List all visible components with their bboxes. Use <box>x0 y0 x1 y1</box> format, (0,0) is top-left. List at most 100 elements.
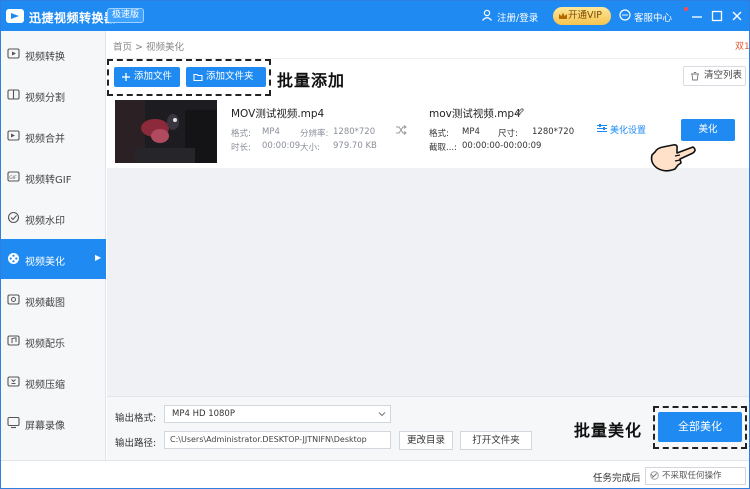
sidebar: 视频转换 视频分割 视频合并 GIF 视频转GIF 视频水印 视频美化 ▶ 视频截图… <box>1 31 106 460</box>
sidebar-item-label: 视频合并 <box>25 134 65 145</box>
size-value: 979.70 KB <box>333 141 377 151</box>
close-icon[interactable] <box>729 8 745 24</box>
beautify-settings-label: 美化设置 <box>610 126 647 136</box>
output-format-label: 格式: <box>429 129 449 139</box>
batch-beautify-callout: 批量美化 <box>574 421 643 440</box>
vip-label: 开通VIP <box>568 10 603 21</box>
sidebar-item-label: 视频水印 <box>25 216 65 227</box>
minimize-icon[interactable] <box>689 8 705 24</box>
output-size-value: 1280*720 <box>532 127 575 137</box>
watermark-icon <box>7 211 20 224</box>
merge-icon <box>7 130 20 141</box>
gif-icon: GIF <box>7 171 20 182</box>
app-logo-icon <box>6 9 24 23</box>
user-icon[interactable] <box>481 9 493 21</box>
compress-icon <box>7 376 20 387</box>
sidebar-item-label: 视频转换 <box>25 52 65 63</box>
caret-right-icon: ▶ <box>95 253 102 262</box>
sidebar-item-screenshot[interactable]: 视频截图 <box>1 280 106 320</box>
after-task-select[interactable]: 不采取任何操作 <box>645 467 746 485</box>
monitor-icon <box>7 416 20 429</box>
sliders-icon <box>597 124 607 132</box>
batch-add-highlight <box>107 59 271 96</box>
output-size-label: 尺寸: <box>498 129 518 139</box>
file-row: MOV测试视频.mp4 格式: MP4 分辨率: 1280*720 时长: 00… <box>107 96 749 172</box>
screenshot-icon <box>7 294 20 305</box>
vip-button[interactable]: 开通VIP <box>553 7 611 25</box>
after-task-label: 任务完成后 <box>593 473 641 484</box>
clear-list-button[interactable]: 清空列表 <box>683 66 746 86</box>
beautify-all-button[interactable]: 全部美化 <box>658 412 742 442</box>
batch-add-callout: 批量添加 <box>277 71 346 90</box>
sidebar-item-music[interactable]: 视频配乐 <box>1 321 106 361</box>
sidebar-item-watermark[interactable]: 视频水印 <box>1 198 106 238</box>
status-bar: 任务完成后 不采取任何操作 <box>1 460 749 488</box>
duration-label: 时长: <box>231 143 251 153</box>
sidebar-item-gif[interactable]: GIF 视频转GIF <box>1 157 106 197</box>
resolution-label: 分辨率: <box>300 129 329 139</box>
sidebar-item-label: 视频分割 <box>25 93 65 104</box>
resolution-value: 1280*720 <box>333 127 376 137</box>
maximize-icon[interactable] <box>709 8 725 24</box>
login-link[interactable]: 注册/登录 <box>497 10 538 24</box>
breadcrumb-bar: 首页 > 视频美化 双12限时大促，火热开抢 <box>107 31 749 59</box>
edition-badge: 极速版 <box>107 8 145 23</box>
chat-icon[interactable] <box>619 9 631 21</box>
source-file-name: MOV测试视频.mp4 <box>231 108 325 120</box>
open-folder-button[interactable]: 打开文件夹 <box>460 431 532 450</box>
sidebar-item-label: 视频转GIF <box>25 175 72 186</box>
sidebar-item-label: 视频配乐 <box>25 339 65 350</box>
output-format-selected: MP4 HD 1080P <box>172 409 235 419</box>
file-list: MOV测试视频.mp4 格式: MP4 分辨率: 1280*720 时长: 00… <box>107 96 749 396</box>
svg-text:GIF: GIF <box>9 175 17 181</box>
output-format-select[interactable]: MP4 HD 1080P <box>164 405 391 423</box>
convert-icon <box>7 48 20 59</box>
output-format-value: MP4 <box>462 127 480 137</box>
pointing-hand-icon <box>650 144 696 172</box>
sidebar-item-convert[interactable]: 视频转换 <box>1 34 106 74</box>
film-reel-icon <box>8 253 19 264</box>
service-link[interactable]: 客服中心 <box>634 10 672 24</box>
chevron-down-icon <box>650 473 657 478</box>
sidebar-item-beautify[interactable]: 视频美化 ▶ <box>1 239 106 279</box>
output-format-label: 输出格式: <box>115 413 157 424</box>
format-label: 格式: <box>231 129 251 139</box>
video-frame-image <box>115 100 217 163</box>
chevron-down-icon <box>378 412 386 417</box>
sidebar-item-label: 视频压缩 <box>25 380 65 391</box>
breadcrumb[interactable]: 首页 > 视频美化 <box>113 39 184 53</box>
crown-icon <box>559 12 567 19</box>
sidebar-item-record[interactable]: 屏幕录像 <box>1 403 106 443</box>
toolbar: 添加文件 添加文件夹 批量添加 清空列表 <box>107 59 749 96</box>
split-icon <box>7 89 20 100</box>
duration-value: 00:00:09 <box>262 141 301 151</box>
pencil-icon[interactable] <box>515 107 525 117</box>
sidebar-item-label: 屏幕录像 <box>25 421 65 432</box>
title-bar: 迅捷视频转换器 极速版 注册/登录 开通VIP 客服中心 <box>1 1 749 31</box>
after-task-selected: 不采取任何操作 <box>662 471 722 481</box>
size-label: 大小: <box>300 143 320 153</box>
format-value: MP4 <box>262 127 280 137</box>
clip-label: 截取...: <box>429 143 457 153</box>
sidebar-item-label: 视频截图 <box>25 298 65 309</box>
notification-dot <box>684 7 688 11</box>
music-icon <box>7 335 20 346</box>
app-window: 迅捷视频转换器 极速版 注册/登录 开通VIP 客服中心 视频转换 视频分割 视… <box>0 0 750 489</box>
output-panel: 输出格式: MP4 HD 1080P 输出路径: C:\Users\Admini… <box>107 396 749 460</box>
change-directory-button[interactable]: 更改目录 <box>399 431 453 450</box>
sidebar-item-merge[interactable]: 视频合并 <box>1 116 106 156</box>
sidebar-item-split[interactable]: 视频分割 <box>1 75 106 115</box>
output-file-name[interactable]: mov测试视频.mp4 <box>429 106 521 121</box>
promo-banner[interactable]: 双12限时大促，火热开抢 <box>735 39 749 52</box>
beautify-settings-link[interactable]: 美化设置 <box>597 123 646 136</box>
sidebar-item-compress[interactable]: 视频压缩 <box>1 362 106 402</box>
sidebar-item-label: 视频美化 <box>25 257 65 268</box>
app-title: 迅捷视频转换器 <box>29 11 117 25</box>
clip-value: 00:00:00-00:00:09 <box>462 141 542 151</box>
output-path-field[interactable]: C:\Users\Administrator.DESKTOP-JJTNIFN\D… <box>164 431 391 449</box>
clear-list-label: 清空列表 <box>704 70 743 81</box>
shuffle-icon <box>396 125 407 135</box>
video-thumbnail[interactable] <box>115 100 217 163</box>
output-path-label: 输出路径: <box>115 438 157 449</box>
trash-icon <box>691 72 699 81</box>
